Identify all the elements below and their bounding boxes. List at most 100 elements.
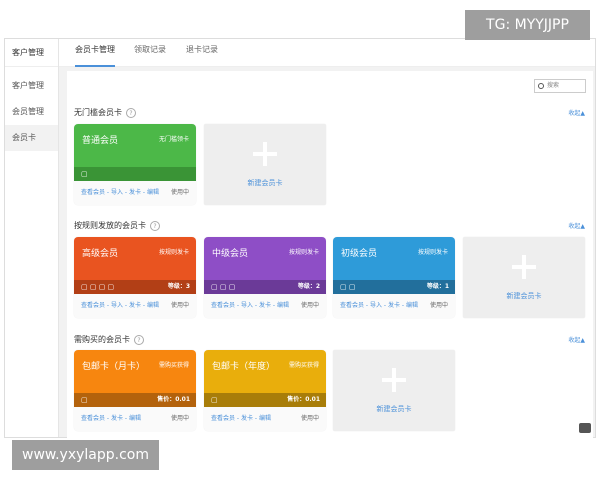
card-feature-icon: ▢: [81, 170, 88, 178]
card-type: 按规则发卡: [417, 249, 448, 256]
card-type: 按规则发卡: [288, 249, 319, 256]
member-card[interactable]: 包邮卡（月卡） 需购买获得 ▢ 售价：0.01 查看会员 - 发卡 - 编辑 使用中: [74, 350, 196, 431]
member-card[interactable]: 包邮卡（年度） 需购买获得 ▢ 售价：0.01 查看会员 - 发卡 - 编辑 使用中: [204, 350, 326, 431]
card-level: 售价：0.01: [157, 396, 190, 403]
section-title-text: 需购买的会员卡: [74, 335, 130, 344]
card-info-strip: ▢ 售价：0.01: [204, 393, 326, 407]
card-feature-icon: ▢: [98, 283, 108, 291]
card-footer: 查看会员 - 导入 - 发卡 - 编辑 使用中: [74, 294, 196, 318]
new-card-label: 新建会员卡: [247, 179, 283, 187]
card-footer: 查看会员 - 导入 - 发卡 - 编辑 使用中: [74, 181, 196, 205]
new-card-label: 新建会员卡: [506, 292, 542, 300]
card-feature-icon: ▢: [340, 283, 349, 291]
section-title: 无门槛会员卡?: [74, 107, 136, 118]
section-title: 按规则发放的会员卡?: [74, 220, 160, 231]
card-info-strip: ▢ ▢ 等级：1: [333, 280, 455, 294]
member-card[interactable]: 初级会员 按规则发卡 ▢ ▢ 等级：1 查看会员 - 导入 - 发卡 - 编辑 使用中: [333, 237, 455, 318]
member-card[interactable]: 高级会员 按规则发卡 ▢ ▢ ▢ ▢ 等级：3 查看会员 - 导入 - 发卡 - 编辑…: [74, 237, 196, 318]
card-header: 高级会员 按规则发卡: [74, 237, 196, 280]
card-actions-link[interactable]: 查看会员 - 导入 - 发卡 - 编辑: [81, 189, 159, 196]
card-name: 初级会员: [341, 249, 378, 259]
collapse-link[interactable]: 收起▲: [568, 335, 585, 344]
card-header: 初级会员 按规则发卡: [333, 237, 455, 280]
card-actions-link[interactable]: 查看会员 - 导入 - 发卡 - 编辑: [81, 302, 159, 309]
card-level: 等级：1: [426, 283, 449, 290]
card-info-strip: ▢ ▢ ▢ 等级：2: [204, 280, 326, 294]
card-level: 等级：2: [297, 283, 320, 290]
card-feature-icon: ▢: [211, 283, 220, 291]
help-icon[interactable]: ?: [134, 335, 144, 345]
card-info-strip: ▢ ▢ ▢ ▢ 等级：3: [74, 280, 196, 294]
collapse-link[interactable]: 收起▲: [568, 221, 585, 230]
watermark-top: TG: MYYJJPP: [465, 10, 590, 40]
collapse-link[interactable]: 收起▲: [568, 108, 585, 117]
card-status: 使用中: [170, 189, 189, 196]
search-input[interactable]: 搜索: [534, 79, 586, 93]
tab-return-records[interactable]: 退卡记录: [186, 39, 218, 67]
watermark-bottom: www.yxylapp.com: [12, 440, 159, 470]
section-title-text: 无门槛会员卡: [74, 108, 122, 117]
sidebar-header: 客户管理: [5, 39, 58, 67]
card-info-strip: ▢: [74, 167, 196, 181]
new-card-label: 新建会员卡: [376, 405, 412, 413]
plus-icon: [382, 368, 406, 392]
card-status: 使用中: [170, 415, 189, 422]
tab-card-management[interactable]: 会员卡管理: [75, 39, 115, 67]
card-status: 使用中: [170, 302, 189, 309]
card-header: 包邮卡（月卡） 需购买获得: [74, 350, 196, 393]
card-type: 需购买获得: [158, 362, 189, 369]
card-actions-link[interactable]: 查看会员 - 发卡 - 编辑: [81, 415, 141, 422]
tab-claim-records[interactable]: 领取记录: [134, 39, 166, 67]
app-window: 客户管理 客户管理 会员管理 会员卡 会员卡管理 领取记录 退卡记录 搜索 无门…: [4, 38, 596, 439]
content-panel: 搜索 无门槛会员卡? 收起▲ 普通会员 无门槛领卡 ▢ 查看会员 - 导入 - 发卡 -…: [67, 71, 593, 439]
card-header: 中级会员 按规则发卡: [204, 237, 326, 280]
card-actions-link[interactable]: 查看会员 - 导入 - 发卡 - 编辑: [340, 302, 418, 309]
member-card[interactable]: 普通会员 无门槛领卡 ▢ 查看会员 - 导入 - 发卡 - 编辑 使用中: [74, 124, 196, 205]
section-title: 需购买的会员卡?: [74, 334, 144, 345]
card-feature-icon: ▢: [228, 283, 236, 291]
sidebar-item-member-cards[interactable]: 会员卡: [5, 125, 58, 151]
help-icon[interactable]: ?: [126, 108, 136, 118]
card-feature-icon: ▢: [107, 283, 115, 291]
card-status: 使用中: [300, 415, 319, 422]
chat-icon[interactable]: [579, 423, 591, 433]
card-footer: 查看会员 - 发卡 - 编辑 使用中: [204, 407, 326, 431]
new-card-button[interactable]: 新建会员卡: [204, 124, 326, 205]
new-card-button[interactable]: 新建会员卡: [463, 237, 585, 318]
card-footer: 查看会员 - 发卡 - 编辑 使用中: [74, 407, 196, 431]
card-footer: 查看会员 - 导入 - 发卡 - 编辑 使用中: [333, 294, 455, 318]
card-actions-link[interactable]: 查看会员 - 发卡 - 编辑: [211, 415, 271, 422]
sidebar-item-members[interactable]: 会员管理: [5, 99, 58, 125]
card-feature-icon: ▢: [89, 283, 99, 291]
card-actions-link[interactable]: 查看会员 - 导入 - 发卡 - 编辑: [211, 302, 289, 309]
card-type: 需购买获得: [288, 362, 319, 369]
new-card-button[interactable]: 新建会员卡: [333, 350, 455, 431]
card-status: 使用中: [429, 302, 448, 309]
sidebar: 客户管理 客户管理 会员管理 会员卡: [5, 39, 59, 437]
card-footer: 查看会员 - 导入 - 发卡 - 编辑 使用中: [204, 294, 326, 318]
card-name: 中级会员: [212, 249, 249, 259]
card-feature-icon: ▢: [211, 396, 218, 404]
card-name: 高级会员: [82, 249, 119, 259]
plus-icon: [253, 142, 277, 166]
sidebar-item-customers[interactable]: 客户管理: [5, 73, 58, 99]
card-status: 使用中: [300, 302, 319, 309]
member-card[interactable]: 中级会员 按规则发卡 ▢ ▢ ▢ 等级：2 查看会员 - 导入 - 发卡 - 编辑 使用…: [204, 237, 326, 318]
card-type: 按规则发卡: [158, 249, 189, 256]
card-info-strip: ▢ 售价：0.01: [74, 393, 196, 407]
card-name: 普通会员: [82, 136, 119, 146]
card-feature-icon: ▢: [81, 283, 90, 291]
card-feature-icon: ▢: [348, 283, 356, 291]
card-level: 等级：3: [167, 283, 190, 290]
card-type: 无门槛领卡: [158, 136, 189, 143]
plus-icon: [512, 255, 536, 279]
card-level: 售价：0.01: [287, 396, 320, 403]
card-header: 包邮卡（年度） 需购买获得: [204, 350, 326, 393]
card-feature-icon: ▢: [219, 283, 229, 291]
card-header: 普通会员 无门槛领卡: [74, 124, 196, 167]
help-icon[interactable]: ?: [150, 221, 160, 231]
section-title-text: 按规则发放的会员卡: [74, 221, 146, 230]
tab-bar: 会员卡管理 领取记录 退卡记录: [59, 39, 595, 67]
card-name: 包邮卡（月卡）: [82, 362, 146, 372]
card-feature-icon: ▢: [81, 396, 88, 404]
